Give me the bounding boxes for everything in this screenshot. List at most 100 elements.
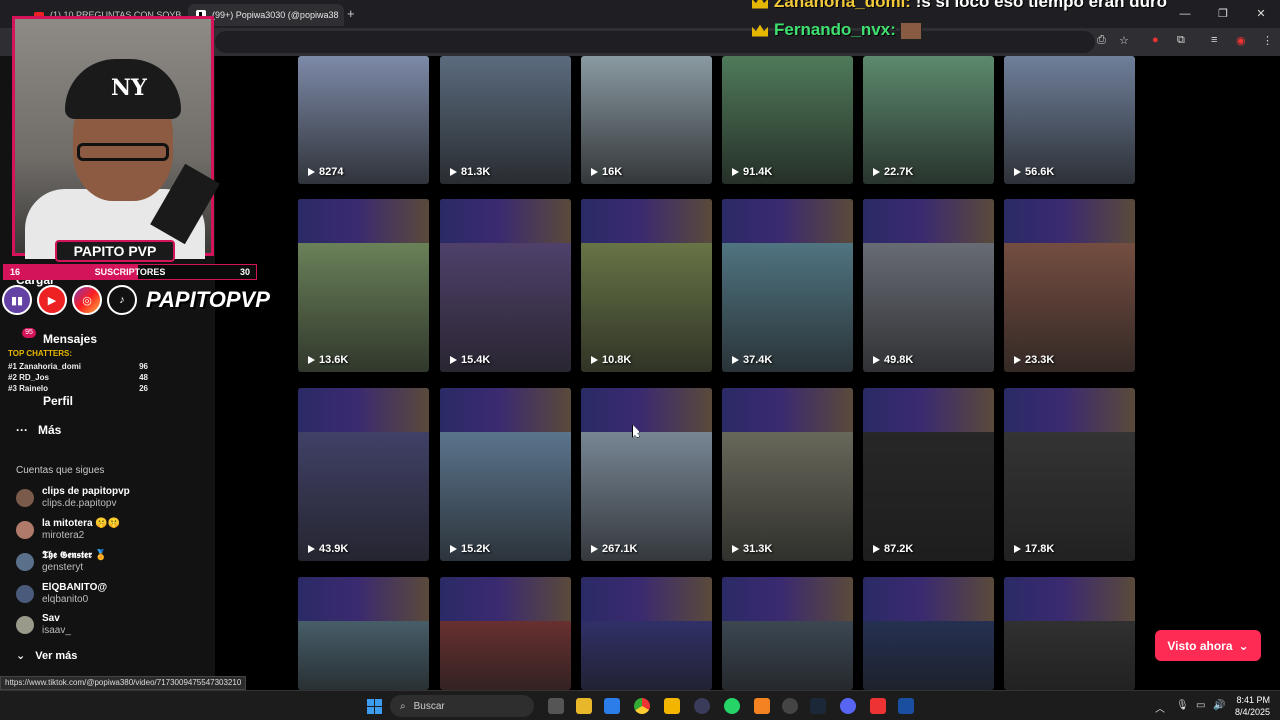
chat-user: Zanahoria_domi: [774,0,911,11]
video-card[interactable]: 43.9K [298,388,429,561]
following-account[interactable]: la mitotera 🤫🤫 mirotera2 [16,518,120,542]
video-card[interactable]: 17.8K [1004,388,1135,561]
app-icon[interactable] [870,698,886,714]
play-icon [732,168,739,176]
video-card[interactable]: 31.3K [722,388,853,561]
webcam-overlay: NY [12,16,220,259]
microphone-icon[interactable]: 🎙 [1176,700,1189,711]
view-count-text: 8274 [319,166,344,178]
video-card[interactable]: 23.3K [1004,199,1135,372]
video-card[interactable]: 49.8K [863,199,994,372]
video-card[interactable]: 10.8K [581,199,712,372]
messages-label: Mensajes [43,332,98,346]
volume-icon[interactable]: 🔊 [1213,700,1225,711]
view-count-text: 37.4K [743,354,773,366]
menu-kebab-icon[interactable]: ⋮ [1262,34,1273,47]
chatter-count: 48 [139,373,148,382]
video-card[interactable] [1004,577,1135,690]
new-tab-icon[interactable]: + [347,6,355,21]
media-control-icon[interactable]: ≡ [1211,34,1217,46]
play-icon [450,168,457,176]
webcam-strip [722,199,853,243]
play-icon [732,545,739,553]
whatsapp-icon[interactable] [724,698,740,714]
video-card[interactable]: 267.1K [581,388,712,561]
more-label: Más [38,423,62,437]
video-card[interactable] [863,577,994,690]
sidebar-item-profile[interactable]: Perfil [43,394,73,408]
webcam-strip [440,388,571,432]
taskbar-clock[interactable]: 8:41 PM 8/4/2025 [1228,694,1270,718]
task-view-icon[interactable] [548,698,564,714]
see-more-button[interactable]: ⌄ Ver más [16,649,77,663]
windows-start-icon[interactable] [367,699,382,714]
status-url: https://www.tiktok.com/@popiwa380/video/… [0,676,247,690]
top-chatters-title: TOP CHATTERS: [8,349,73,358]
video-card[interactable] [298,577,429,690]
outlook-icon[interactable] [604,698,620,714]
top-chatter-row: #2 RD_Jos 48 [8,372,148,383]
play-icon [873,545,880,553]
close-window-icon[interactable]: ✕ [1242,0,1280,28]
steam-icon[interactable] [810,698,826,714]
app-icon[interactable] [898,698,914,714]
view-count: 49.8K [873,354,913,366]
taskbar-search[interactable]: ⌕ Buscar [390,695,534,717]
video-card[interactable]: 16K [581,56,712,184]
sidebar-item-more[interactable]: ··· Más [16,423,61,437]
play-icon [591,356,598,364]
video-card[interactable]: 81.3K [440,56,571,184]
profile-avatar-icon[interactable]: ◉ [1236,34,1246,47]
video-thumbnail [298,56,429,184]
video-card[interactable] [440,577,571,690]
chrome-icon[interactable] [634,698,650,714]
avatar [16,585,34,603]
extension-icon[interactable]: ● [1152,34,1159,46]
messages-badge: 95 [22,328,36,338]
play-icon [1014,168,1021,176]
file-explorer-icon[interactable] [576,698,592,714]
video-thumbnail [722,56,853,184]
video-card[interactable]: 13.6K [298,199,429,372]
following-account[interactable]: Sav isaav_ [16,613,71,637]
video-card[interactable]: 87.2K [863,388,994,561]
tray-chevron-icon[interactable]: ︿ [1155,700,1165,715]
play-icon [308,356,315,364]
watched-now-button[interactable]: Visto ahora ⌄ [1155,630,1261,661]
following-account[interactable]: ElQBANITO@ elqbanito0 [16,582,107,606]
play-icon [873,168,880,176]
view-count-text: 267.1K [602,543,638,555]
video-card[interactable]: 37.4K [722,199,853,372]
address-bar[interactable] [215,31,1095,53]
app-icon[interactable] [664,698,680,714]
video-card[interactable]: 8274 [298,56,429,184]
install-app-icon[interactable]: ⎙ [1097,34,1106,47]
webcam-strip [722,577,853,621]
app-icon[interactable] [754,698,770,714]
play-icon [308,545,315,553]
sidebar-item-messages[interactable]: Mensajes [43,332,97,346]
extensions-puzzle-icon[interactable]: ⧉ [1177,34,1185,47]
video-card[interactable] [722,577,853,690]
bookmark-star-icon[interactable]: ☆ [1119,34,1129,47]
video-card[interactable]: 91.4K [722,56,853,184]
video-card[interactable] [581,577,712,690]
video-card[interactable]: 56.6K [1004,56,1135,184]
following-account[interactable]: clips de papitopvp clips.de.papitopv [16,486,130,510]
chatter-name: #3 Rainelo [8,384,49,393]
discord-icon[interactable] [840,698,856,714]
maximize-icon[interactable]: ❐ [1204,0,1242,28]
video-card[interactable]: 22.7K [863,56,994,184]
view-count: 10.8K [591,354,631,366]
video-card[interactable]: 15.4K [440,199,571,372]
view-count: 17.8K [1014,543,1054,555]
following-account[interactable]: 𝕿𝖍𝖊 𝕲𝖊𝖓𝖘𝖙𝖊𝖗 🏅 gensteryt [16,550,107,574]
video-card[interactable]: 15.2K [440,388,571,561]
view-count: 15.2K [450,543,490,555]
app-icon[interactable] [782,698,798,714]
obs-icon[interactable] [694,698,710,714]
webcam-strip [863,388,994,432]
network-icon[interactable]: ▭ [1196,700,1205,711]
minimize-icon[interactable]: — [1166,0,1204,28]
webcam-strip [722,388,853,432]
